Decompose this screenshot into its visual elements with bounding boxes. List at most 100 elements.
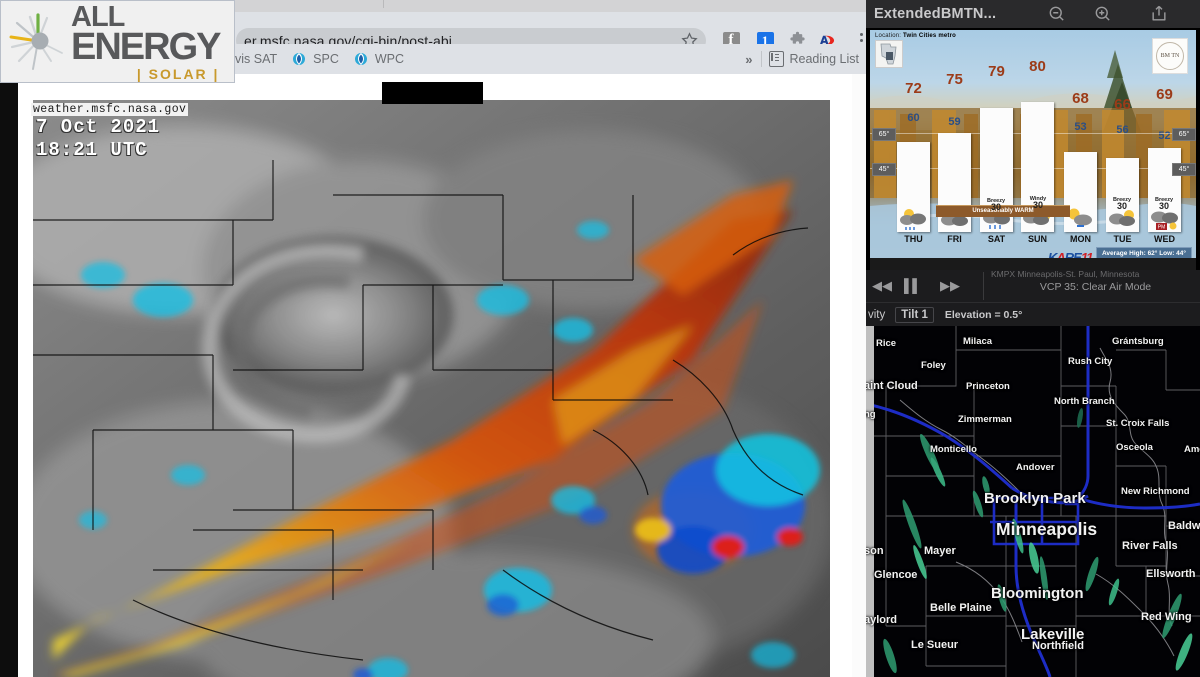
black-overlay-box bbox=[382, 82, 483, 104]
sun-burst-icon bbox=[7, 11, 69, 73]
radar-city-label: New Richmond bbox=[1121, 486, 1190, 497]
wind-value-sat: 30 bbox=[990, 202, 1001, 212]
zoom-in-icon[interactable] bbox=[1092, 4, 1114, 24]
playbar-divider bbox=[983, 272, 984, 300]
rewind-icon[interactable]: ◀◀ bbox=[872, 278, 892, 294]
bookmark-label: WPC bbox=[374, 52, 405, 66]
wind-value-sun: 30 bbox=[1032, 200, 1043, 210]
radar-city-label: Foley bbox=[921, 360, 946, 371]
radar-city-label: Minneapolis bbox=[996, 519, 1098, 539]
radar-city-label: St. Croix Falls bbox=[1106, 418, 1170, 429]
pause-icon[interactable]: ▌▌ bbox=[904, 278, 921, 293]
forecast-dayname-thu: THU bbox=[904, 234, 923, 244]
forecast-high-mon: 68 bbox=[1072, 90, 1089, 107]
all-energy-solar-logo: ALL ENERGY | SOLAR | bbox=[0, 0, 235, 83]
bmtn-logo-badge: BM TN bbox=[1152, 38, 1188, 74]
minnesota-map-icon bbox=[875, 40, 903, 68]
radar-city-label: aint Cloud bbox=[866, 380, 918, 392]
share-icon[interactable] bbox=[1148, 4, 1170, 24]
radar-product-toolbar: vity Tilt 1 Elevation = 0.5° bbox=[866, 302, 1200, 327]
sun-clouds-rain-icon bbox=[900, 209, 926, 230]
forecast-high-wed: 69 bbox=[1156, 86, 1173, 103]
radar-city-label: River Falls bbox=[1122, 540, 1178, 552]
radar-map[interactable]: Rice Milaca Grántsburg Foley Rush City aint C… bbox=[866, 326, 1200, 677]
radar-city-label: Le Sueur bbox=[911, 639, 959, 651]
forecast-dayname-wed: WED bbox=[1154, 234, 1175, 244]
radar-city-label: Andover bbox=[1016, 462, 1055, 473]
noaa-icon bbox=[354, 53, 367, 65]
radar-city-label: Red Wing bbox=[1141, 611, 1192, 623]
logo-line-solar: | SOLAR | bbox=[136, 65, 220, 82]
forecast-high-sat: 79 bbox=[988, 63, 1005, 80]
seven-day-forecast-widget[interactable]: Location: Twin Cities metro BM TN 65° 45… bbox=[870, 30, 1196, 270]
radar-city-label: Belle Plaine bbox=[930, 602, 992, 614]
forecast-dayname-tue: TUE bbox=[1113, 234, 1132, 244]
satellite-time-label: 18:21 UTC bbox=[36, 139, 148, 161]
wind-badge-sun: Windy 30 bbox=[1025, 196, 1051, 210]
radar-city-label: Monticello bbox=[930, 444, 977, 455]
satellite-image bbox=[33, 100, 830, 677]
bookmark-spc[interactable]: SPC bbox=[284, 44, 346, 74]
forecast-gridline-label-45: 45° bbox=[872, 163, 896, 176]
radar-product-reflectivity[interactable]: vity bbox=[868, 309, 885, 321]
forecast-dayname-sat: SAT bbox=[987, 234, 1006, 244]
radar-city-label: Osceola bbox=[1116, 442, 1153, 453]
satellite-date-label: 7 Oct 2021 bbox=[36, 116, 161, 138]
logo-line-energy: ENERGY bbox=[71, 25, 221, 68]
noaa-icon bbox=[293, 53, 306, 65]
forecast-dayname-fri: FRI bbox=[947, 234, 962, 244]
window-left-edge bbox=[0, 0, 18, 677]
radar-city-label: Mayer bbox=[924, 545, 956, 557]
forecast-low-tue: 56 bbox=[1116, 124, 1129, 136]
page-scrollbar-track[interactable] bbox=[852, 74, 866, 677]
forecast-low-thu: 60 bbox=[907, 112, 920, 124]
wind-badge-wed: Breezy 30 bbox=[1151, 197, 1177, 211]
radar-city-label: Princeton bbox=[966, 381, 1010, 392]
forecast-high-sun: 80 bbox=[1029, 58, 1046, 75]
radar-city-label: aylord bbox=[866, 614, 898, 626]
bookmark-label: SPC bbox=[313, 52, 339, 66]
radar-city-label: Brooklyn Park bbox=[984, 490, 1086, 507]
radar-city-label: Grántsburg bbox=[1112, 336, 1164, 347]
right-panel-titlebar: ExtendedBMTN... bbox=[866, 0, 1200, 28]
radar-city-label: North Branch bbox=[1054, 396, 1115, 407]
bmtn-logo-text: BM TN bbox=[1160, 53, 1180, 59]
radar-playback-bar: ◀◀ ▌▌ ▶▶ KMPX Minneapolis-St. Paul, Minn… bbox=[866, 269, 1200, 302]
forecast-gridline-label-65-right: 65° bbox=[1172, 128, 1196, 141]
bookmarks-overflow-button[interactable]: » bbox=[737, 52, 760, 67]
wind-value-wed: 30 bbox=[1158, 201, 1169, 211]
bookmark-wpc[interactable]: WPC bbox=[346, 44, 411, 74]
wind-badge-sat: Breezy 30 bbox=[983, 198, 1009, 212]
forecast-gridline-label-65: 65° bbox=[872, 128, 896, 141]
radar-city-label: Baldw bbox=[1168, 520, 1200, 532]
radar-city-label: Rice bbox=[876, 338, 897, 349]
forecast-low-mon: 53 bbox=[1074, 121, 1087, 133]
reading-list-icon bbox=[768, 51, 784, 67]
forecast-high-fri: 75 bbox=[946, 71, 963, 88]
forecast-gridline-label-45-right: 45° bbox=[1172, 163, 1196, 176]
radar-tilt-button[interactable]: Tilt 1 bbox=[895, 307, 934, 323]
forecast-dayname-mon: MON bbox=[1070, 234, 1091, 244]
bookmark-label: vis SAT bbox=[235, 52, 278, 66]
reading-list-button[interactable]: Reading List bbox=[762, 44, 867, 74]
right-panel: ExtendedBMTN... Location: Twin Cities me… bbox=[866, 0, 1200, 677]
radar-city-label: Bloomington bbox=[991, 585, 1084, 602]
zoom-out-icon[interactable] bbox=[1046, 4, 1068, 24]
fast-forward-icon[interactable]: ▶▶ bbox=[940, 278, 960, 294]
radar-city-label: Rush City bbox=[1068, 356, 1113, 367]
right-panel-title: ExtendedBMTN... bbox=[874, 6, 997, 22]
forecast-dayname-sun: SUN bbox=[1027, 234, 1047, 244]
radar-city-label: ng bbox=[866, 409, 876, 420]
radar-city-label: son bbox=[866, 545, 884, 557]
browser-window: er.msfc.nasa.gov/cgi-bin/post-abi f 1 vi… bbox=[0, 0, 866, 677]
radar-city-label: Milaca bbox=[963, 336, 993, 347]
forecast-high-tue: 66 bbox=[1114, 96, 1131, 113]
radar-vcp-mode: VCP 35: Clear Air Mode bbox=[1039, 281, 1152, 293]
svg-text:PM: PM bbox=[1158, 225, 1166, 231]
forecast-location: Location: Twin Cities metro bbox=[875, 33, 956, 39]
radar-city-label: Northfield bbox=[1032, 640, 1084, 652]
radar-city-label: Ellsworth bbox=[1146, 568, 1196, 580]
forecast-low-fri: 59 bbox=[948, 116, 961, 128]
forecast-location-value: Twin Cities metro bbox=[903, 33, 956, 39]
forecast-bottom-strip bbox=[870, 258, 1196, 270]
